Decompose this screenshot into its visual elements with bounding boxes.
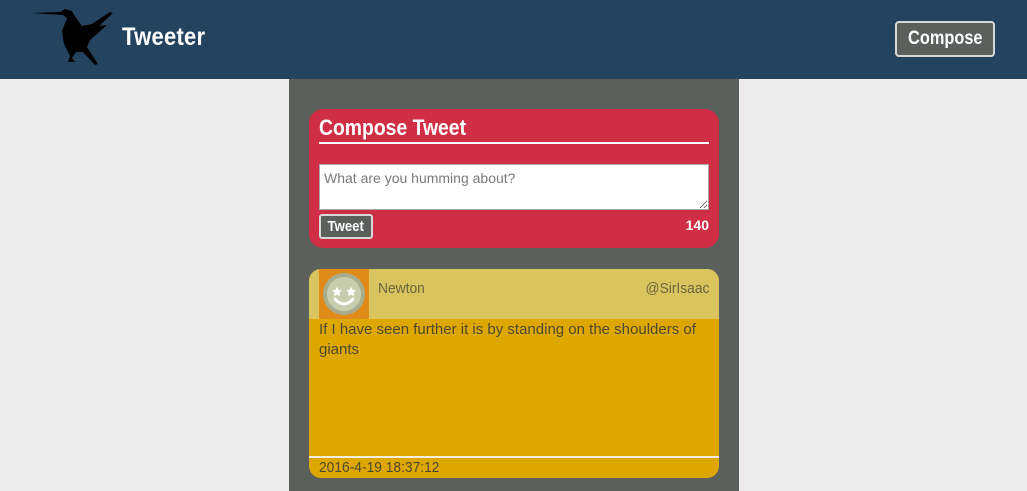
compose-toggle-label: Compose [907,28,983,49]
tweet-footer-divider [309,456,719,458]
tweet-text: If I have seen further it is by standing… [319,321,696,358]
tweet-card: Newton @SirIsaac If I have seen further … [309,269,719,478]
tweet-submit-button[interactable]: Tweet [319,214,373,239]
tweet-author-handle: @SirIsaac [645,280,709,297]
tweet-submit-label: Tweet [327,218,365,235]
brand-title[interactable]: Tweeter [122,23,205,52]
compose-toggle-button[interactable]: Compose [895,21,995,57]
avatar [319,269,369,319]
tweet-author-name: Newton [378,280,425,297]
hummingbird-icon [32,9,113,65]
tweet-text-input[interactable] [319,164,709,210]
top-navbar: Tweeter Compose [0,0,1027,79]
tweet-header: Newton @SirIsaac [309,269,719,319]
main-column: Compose Tweet Tweet 140 Newton @SirIsaac… [289,79,739,491]
smiley-face-icon [323,273,365,315]
tweet-timestamp: 2016-4-19 18:37:12 [319,459,440,476]
compose-title: Compose Tweet [319,115,709,144]
character-counter: 140 [685,217,709,233]
compose-tweet-panel: Compose Tweet Tweet 140 [309,109,719,248]
compose-title-text: Compose Tweet [319,115,467,140]
